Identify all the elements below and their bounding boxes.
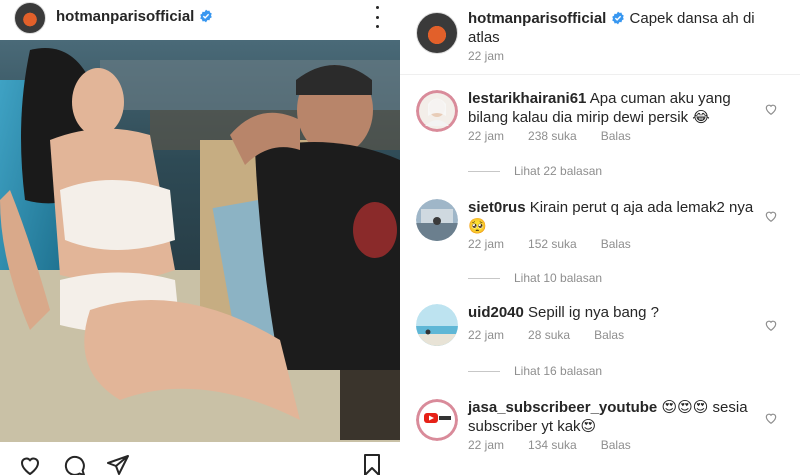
comments-panel: hotmanparisofficial Capek dansa ah di at…	[400, 0, 800, 475]
reply-button[interactable]: Balas	[601, 129, 631, 143]
view-replies-link[interactable]: Lihat 10 balasan	[468, 271, 602, 285]
comment-text-block: jasa_subscribeer_youtube 😍😍😍 sesia subsc…	[468, 398, 758, 436]
comment-username[interactable]: siet0rus	[468, 199, 526, 216]
heart-icon[interactable]	[764, 102, 778, 116]
comment-time: 22 jam	[468, 328, 505, 342]
heart-icon[interactable]	[764, 411, 778, 425]
caption-username[interactable]: hotmanparisofficial	[468, 10, 606, 27]
view-replies-label[interactable]: Lihat 22 balasan	[514, 164, 602, 178]
author-username-text[interactable]: hotmanparisofficial	[56, 8, 194, 25]
comment-likes[interactable]: 238 suka	[528, 129, 577, 143]
comment-icon[interactable]	[62, 453, 86, 475]
heart-icon[interactable]	[18, 453, 42, 475]
comment-username[interactable]: uid2040	[468, 304, 524, 321]
comment-likes[interactable]: 152 suka	[528, 237, 577, 251]
replies-divider	[468, 370, 500, 372]
comment-meta: 22 jam 238 suka Balas	[468, 129, 655, 143]
view-replies-label[interactable]: Lihat 10 balasan	[514, 271, 602, 285]
replies-divider	[468, 170, 500, 172]
caption-text-block: hotmanparisofficial Capek dansa ah di at…	[468, 9, 788, 47]
replies-divider	[468, 277, 500, 279]
verified-badge-icon	[612, 11, 625, 25]
comment-text-block: uid2040 Sepill ig nya bang ?	[468, 303, 758, 322]
comment-time: 22 jam	[468, 438, 505, 452]
reply-button[interactable]: Balas	[601, 438, 631, 452]
commenter-avatar[interactable]	[416, 199, 458, 241]
share-icon[interactable]	[106, 453, 130, 475]
author-username[interactable]: hotmanparisofficial	[56, 8, 213, 25]
post-action-bar	[0, 447, 400, 475]
comment-likes[interactable]: 134 suka	[528, 438, 577, 452]
heart-icon[interactable]	[764, 209, 778, 223]
view-replies-link[interactable]: Lihat 22 balasan	[468, 164, 602, 178]
comment-text-block: siet0rus Kirain perut q aja ada lemak2 n…	[468, 198, 758, 236]
post-header: hotmanparisofficial	[0, 0, 400, 40]
author-avatar[interactable]	[14, 2, 46, 34]
comment-likes[interactable]: 28 suka	[528, 328, 570, 342]
reply-button[interactable]: Balas	[601, 237, 631, 251]
heart-icon[interactable]	[764, 318, 778, 332]
commenter-avatar[interactable]	[416, 90, 458, 132]
commenter-avatar[interactable]	[416, 304, 458, 346]
comment-text: Sepill ig nya bang ?	[528, 304, 659, 321]
view-replies-label[interactable]: Lihat 16 balasan	[514, 364, 602, 378]
comment-time: 22 jam	[468, 237, 505, 251]
commenter-avatar[interactable]	[416, 399, 458, 441]
post-panel: hotmanparisofficial	[0, 0, 400, 475]
view-replies-link[interactable]: Lihat 16 balasan	[468, 364, 602, 378]
comment-username[interactable]: lestarikhairani61	[468, 90, 586, 107]
verified-badge-icon	[200, 9, 213, 23]
bookmark-icon[interactable]	[360, 453, 384, 475]
comment-time: 22 jam	[468, 129, 505, 143]
reply-button[interactable]: Balas	[594, 328, 624, 342]
caption-avatar[interactable]	[416, 12, 458, 54]
post-photo[interactable]	[0, 40, 400, 442]
comment-username[interactable]: jasa_subscribeer_youtube	[468, 399, 657, 416]
caption: hotmanparisofficial Capek dansa ah di at…	[400, 0, 800, 75]
caption-time: 22 jam	[468, 49, 505, 63]
comment-meta: 22 jam 152 suka Balas	[468, 237, 655, 251]
comment-text-block: lestarikhairani61 Apa cuman aku yang bil…	[468, 89, 758, 127]
comment-meta: 22 jam 28 suka Balas	[468, 328, 648, 342]
comment-meta: 22 jam 134 suka Balas	[468, 438, 655, 452]
more-options-icon[interactable]	[370, 6, 384, 28]
